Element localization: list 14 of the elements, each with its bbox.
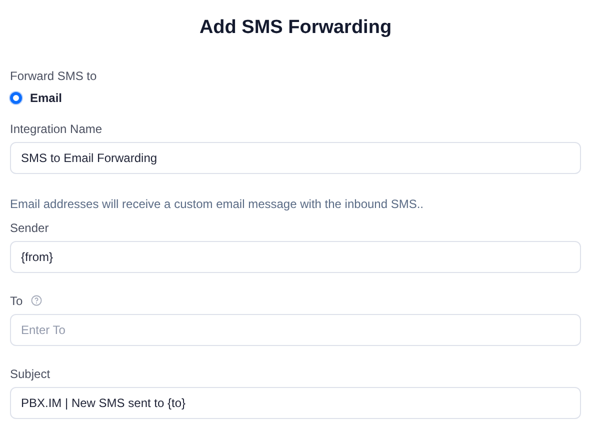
radio-button[interactable] <box>10 92 22 104</box>
field-label: To <box>10 294 23 308</box>
text-input[interactable]: {from} <box>10 240 581 272</box>
field-label: Forward SMS to <box>10 68 98 82</box>
field-label: Integration Name <box>10 122 102 136</box>
text-input[interactable]: SMS to Email Forwarding <box>10 142 581 174</box>
text-input[interactable]: PBX.IM | New SMS sent to {to} <box>10 386 581 418</box>
field-label: Sender <box>10 220 49 234</box>
field-label: Subject <box>10 366 50 380</box>
info-text: Email addresses will receive a custom email message with the inbound SMS.. <box>10 196 425 210</box>
help-icon[interactable] <box>30 295 42 306</box>
radio-label[interactable]: Email <box>30 88 62 106</box>
text-input[interactable]: Enter To <box>10 314 581 346</box>
dialog-title: Add SMS Forwarding <box>198 16 393 40</box>
